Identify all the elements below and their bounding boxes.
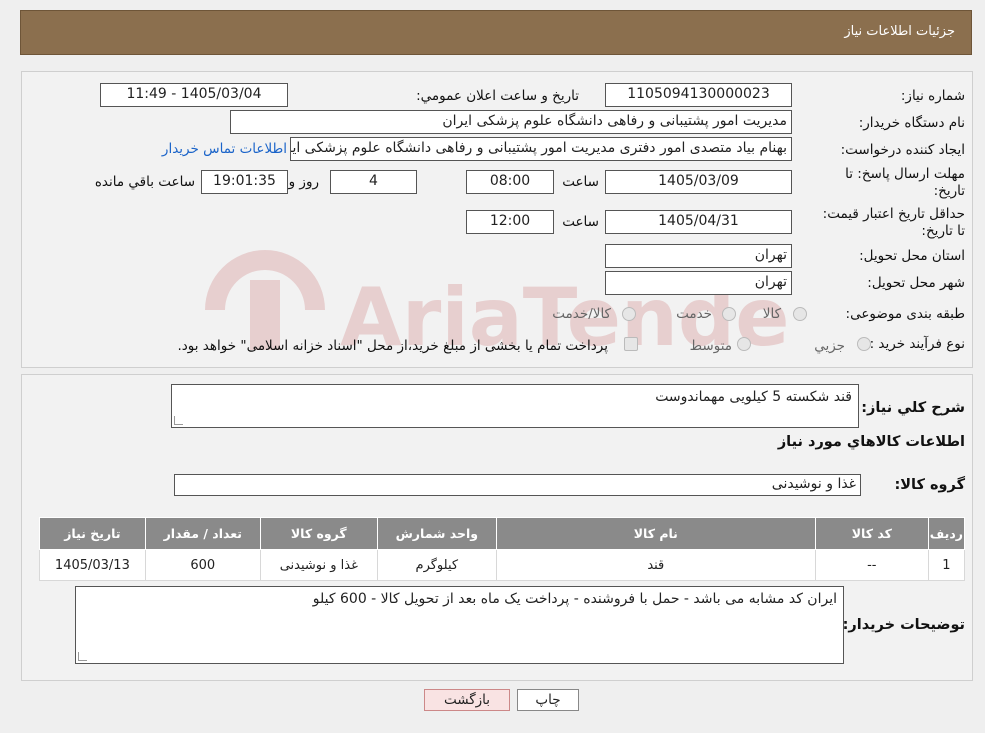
category-label: طبقه بندی موضوعی:: [845, 306, 965, 322]
table-header-row: ردیف کد کالا نام کالا واحد شمارش گروه کا…: [39, 517, 966, 550]
need-number-field: 1105094130000023: [605, 83, 792, 107]
page-header: جزئیات اطلاعات نیاز: [20, 10, 972, 55]
goods-info-heading: اطلاعات کالاهاي مورد نیاز: [777, 434, 965, 450]
goods-table: ردیف کد کالا نام کالا واحد شمارش گروه کا…: [39, 517, 966, 581]
send-deadline-label: مهلت ارسال پاسخ: تا تاریخ:: [845, 166, 965, 199]
cell-row: 1: [927, 549, 966, 581]
cell-code: --: [814, 549, 929, 581]
category-goods-label: کالا: [762, 306, 781, 322]
col-date-header: تاریخ نیاز: [39, 517, 146, 550]
resize-grip-icon[interactable]: [174, 416, 183, 425]
announce-datetime-label: تاریخ و ساعت اعلان عمومي:: [416, 88, 579, 104]
need-number-label: شماره نیاز:: [900, 88, 965, 104]
creator-label: ایجاد کننده درخواست:: [840, 142, 965, 158]
buyer-org-field: مدیریت امور پشتیبانی و رفاهی دانشگاه علو…: [230, 110, 792, 134]
remaining-label: ساعت باقي مانده: [94, 174, 195, 190]
print-button[interactable]: چاپ: [517, 689, 579, 711]
goods-group-label: گروه کالا:: [894, 477, 965, 493]
validity-date-field: 1405/04/31: [605, 210, 792, 234]
buyer-contact-link[interactable]: اطلاعات تماس خریدار: [162, 141, 287, 157]
resize-grip-icon[interactable]: [78, 652, 87, 661]
category-goods-radio[interactable]: [793, 307, 807, 321]
remaining-time-field: 19:01:35: [201, 170, 288, 194]
cell-date: 1405/03/13: [39, 549, 146, 581]
back-button[interactable]: بازگشت: [424, 689, 510, 711]
province-label: استان محل تحویل:: [859, 248, 965, 264]
days-remaining-field: 4: [330, 170, 417, 194]
price-validity-label: حداقل تاریخ اعتبار قیمت: تا تاریخ:: [822, 206, 965, 239]
cell-unit: کیلوگرم: [376, 549, 497, 581]
days-and-label: روز و: [288, 174, 319, 190]
cell-name: قند: [495, 549, 816, 581]
city-label: شهر محل تحویل:: [867, 275, 965, 291]
col-name-header: نام کالا: [495, 517, 816, 550]
send-time-field: 08:00: [466, 170, 554, 194]
process-medium-label: متوسط: [689, 338, 732, 354]
category-service-radio[interactable]: [722, 307, 736, 321]
validity-time-label: ساعت: [562, 214, 599, 230]
col-row-header: ردیف: [927, 517, 966, 550]
col-code-header: کد کالا: [814, 517, 929, 550]
general-desc-text: قند شکسته 5 کیلویی مهماندوست: [655, 389, 852, 405]
process-medium-radio[interactable]: [737, 337, 751, 351]
announce-datetime-field: 1405/03/04 - 11:49: [100, 83, 288, 107]
process-small-radio[interactable]: [857, 337, 871, 351]
goods-group-field: غذا و نوشیدنی: [174, 474, 861, 496]
buyer-notes-text: ایران کد مشابه می باشد - حمل با فروشنده …: [312, 591, 837, 607]
send-date-field: 1405/03/09: [605, 170, 792, 194]
treasury-checkbox[interactable]: [624, 337, 638, 351]
page-title: جزئیات اطلاعات نیاز: [844, 24, 955, 39]
category-goods-service-label: کالا/خدمت: [552, 306, 611, 322]
table-row: 1 -- قند کیلوگرم غذا و نوشیدنی 600 1405/…: [39, 549, 966, 581]
buyer-notes-label: توضیحات خریدار:: [842, 617, 965, 633]
send-time-label: ساعت: [562, 174, 599, 190]
process-note: پرداخت تمام یا بخشی از مبلغ خرید،از محل …: [177, 338, 608, 354]
province-field: تهران: [605, 244, 792, 268]
general-desc-field: قند شکسته 5 کیلویی مهماندوست: [171, 384, 859, 428]
col-qty-header: تعداد / مقدار: [144, 517, 261, 550]
buyer-notes-field: ایران کد مشابه می باشد - حمل با فروشنده …: [75, 586, 844, 664]
category-service-label: خدمت: [676, 306, 712, 322]
city-field: تهران: [605, 271, 792, 295]
validity-time-field: 12:00: [466, 210, 554, 234]
cell-group: غذا و نوشیدنی: [259, 549, 378, 581]
cell-qty: 600: [144, 549, 261, 581]
process-small-label: جزیي: [814, 338, 845, 354]
process-type-label: نوع فرآیند خرید :: [869, 336, 965, 352]
col-unit-header: واحد شمارش: [376, 517, 497, 550]
buyer-org-label: نام دستگاه خریدار:: [858, 115, 965, 131]
col-group-header: گروه کالا: [259, 517, 378, 550]
category-goods-service-radio[interactable]: [622, 307, 636, 321]
creator-field: بهنام بیاد متصدی امور دفتری مدیریت امور …: [290, 137, 792, 161]
general-desc-label: شرح کلي نیاز:: [861, 400, 965, 416]
